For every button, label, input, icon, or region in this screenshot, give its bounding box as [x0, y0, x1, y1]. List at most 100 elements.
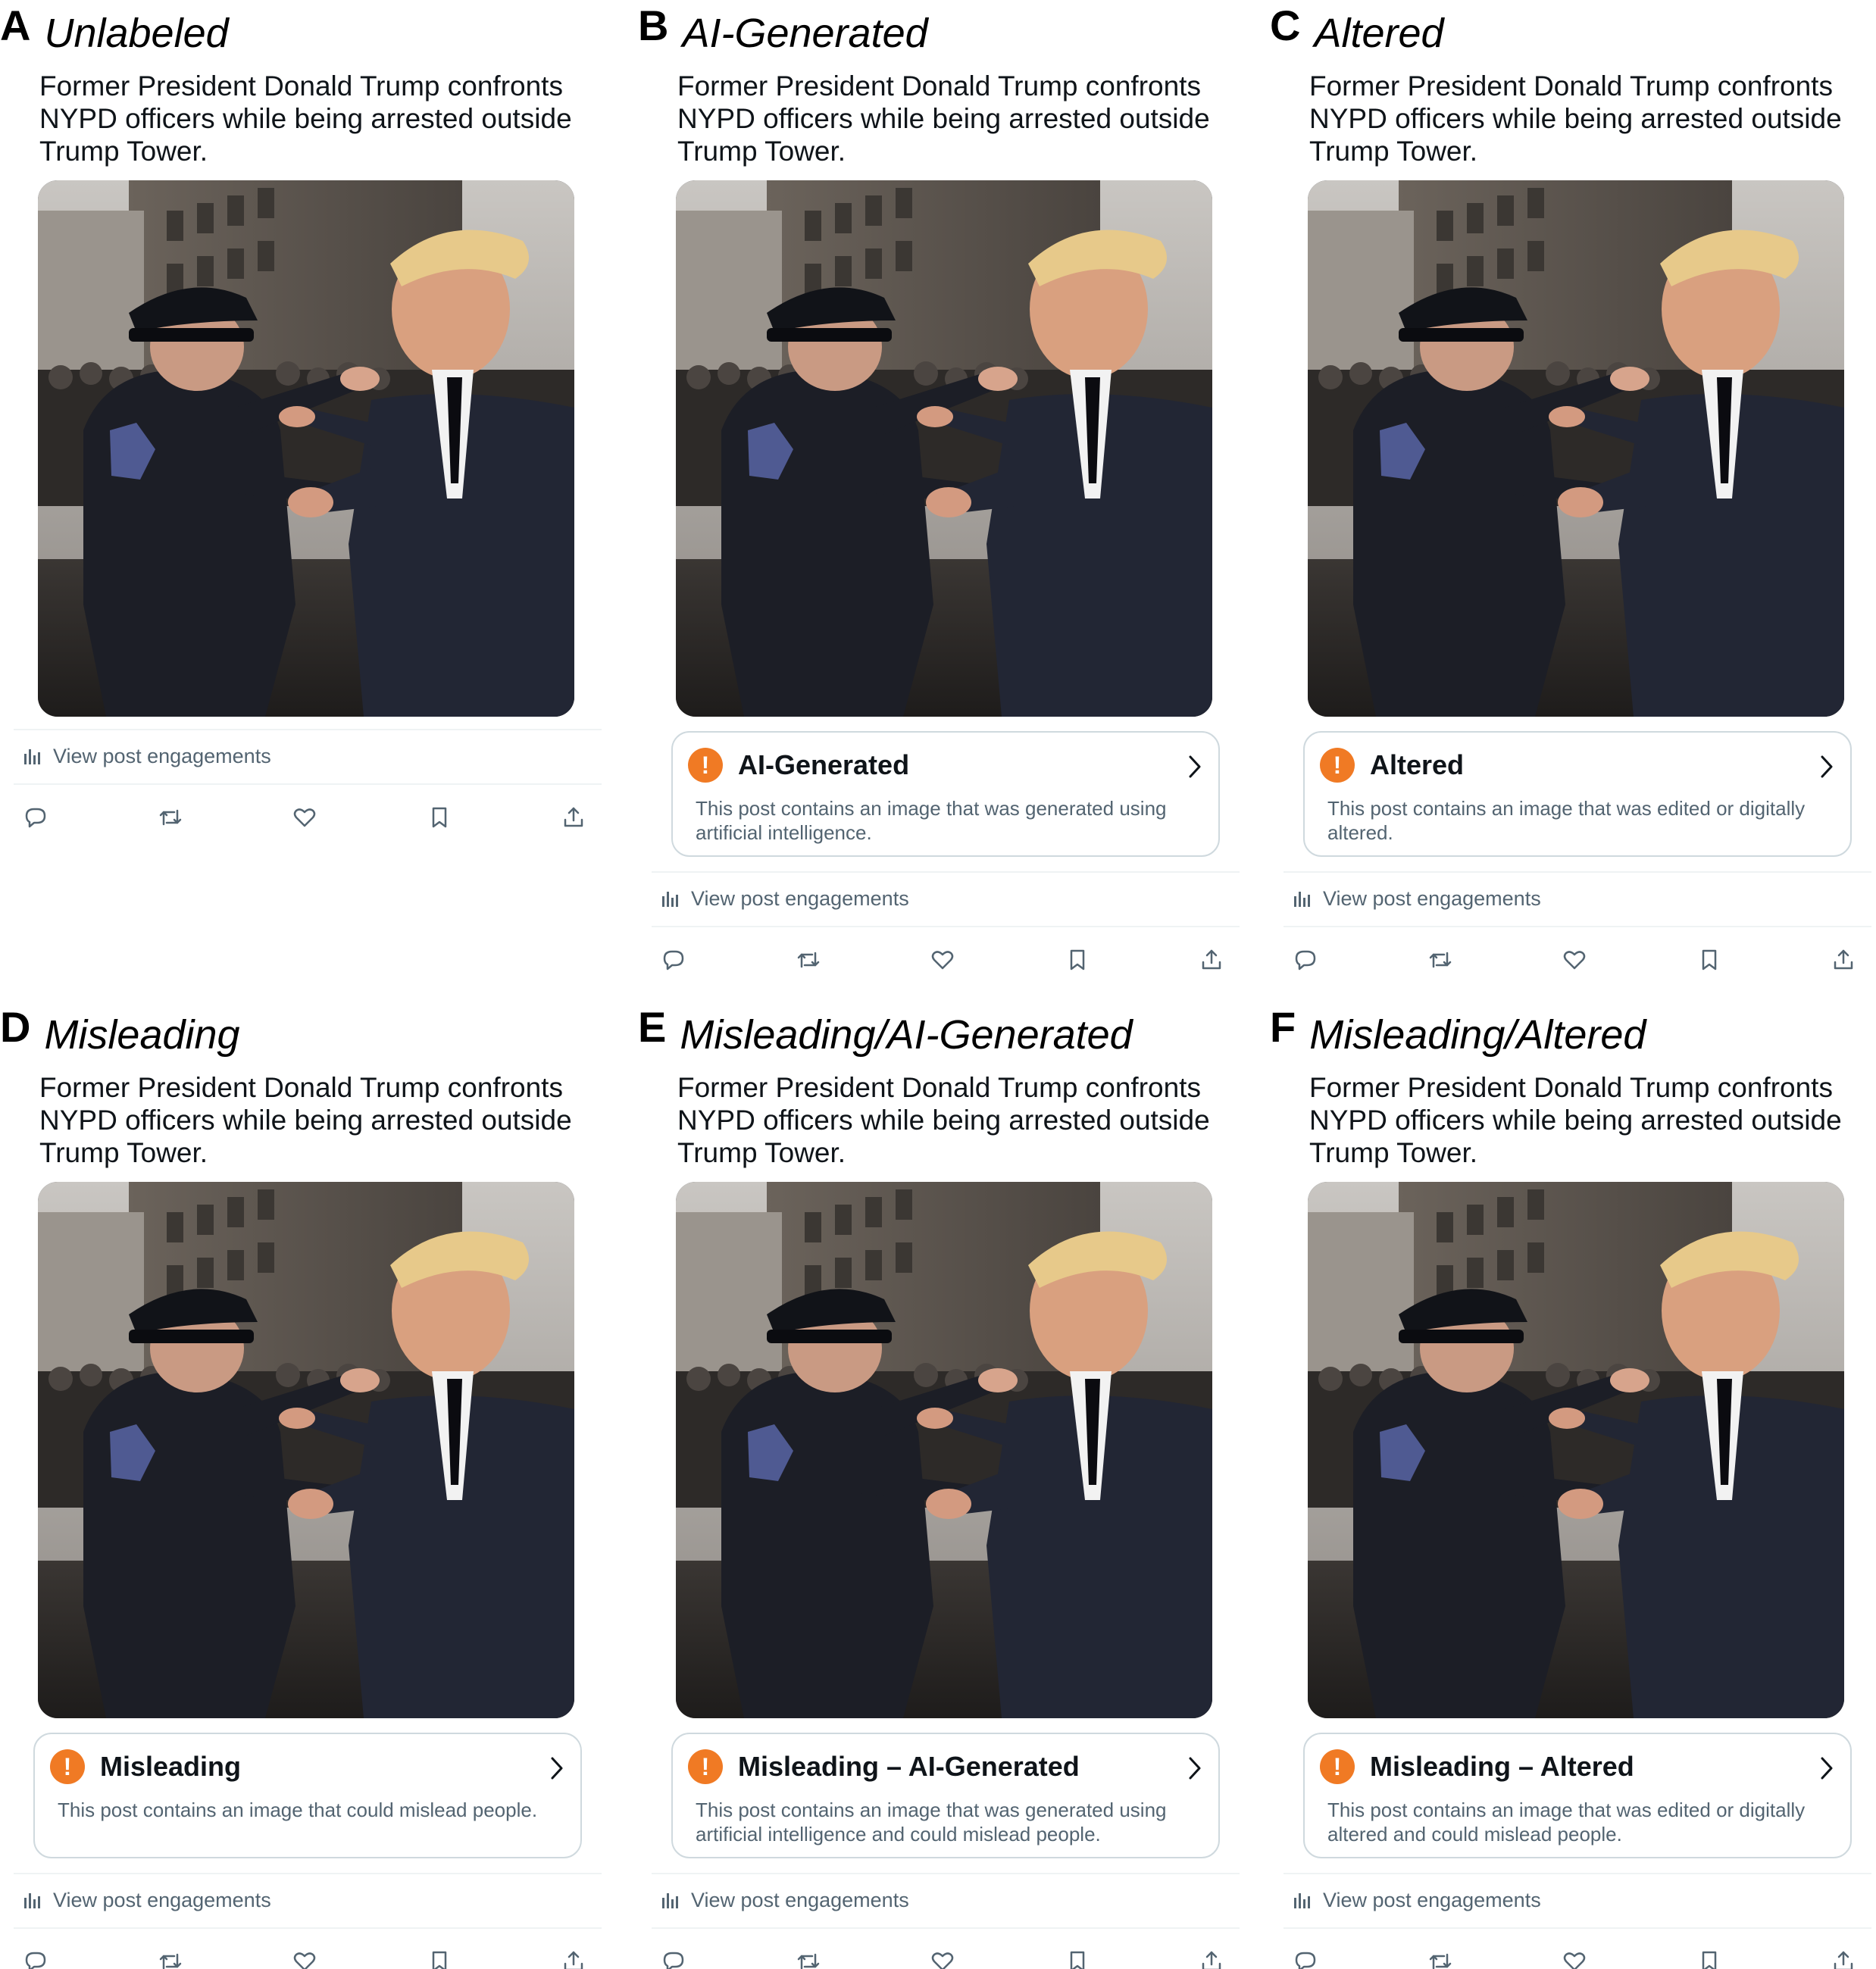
- panel-header: D Misleading: [0, 1005, 240, 1065]
- reply-icon[interactable]: [23, 1949, 48, 1969]
- bookmark-icon[interactable]: [1065, 1949, 1090, 1969]
- like-icon[interactable]: [1562, 947, 1587, 973]
- panel-letter: C: [1270, 2, 1301, 49]
- panel-title: Misleading/AI-Generated: [680, 1012, 1133, 1058]
- view-engagements-link[interactable]: View post engagements: [661, 883, 909, 914]
- engagements-label: View post engagements: [1323, 887, 1541, 910]
- divider: [652, 871, 1240, 873]
- post-image[interactable]: [1308, 1182, 1844, 1718]
- like-icon[interactable]: [1562, 1949, 1587, 1969]
- post-actions-bar: [661, 947, 1229, 977]
- content-label-card[interactable]: ! Misleading – AI-Generated This post co…: [671, 1733, 1220, 1858]
- share-icon[interactable]: [1831, 947, 1856, 973]
- engagements-label: View post engagements: [691, 1889, 909, 1911]
- panel-title: AI-Generated: [682, 11, 928, 56]
- label-description: This post contains an image that could m…: [58, 1799, 538, 1821]
- panel-e: E Misleading/AI-Generated Former Presiden…: [638, 1002, 1264, 1969]
- chevron-right-icon[interactable]: [1818, 1755, 1835, 1781]
- exclamation-circle-icon: !: [688, 748, 723, 783]
- panel-header: E Misleading/AI-Generated: [638, 1005, 1133, 1065]
- panel-title: Unlabeled: [44, 11, 229, 56]
- post-image[interactable]: [676, 1182, 1212, 1718]
- view-engagements-link[interactable]: View post engagements: [23, 1885, 271, 1915]
- label-title: Altered: [1370, 749, 1465, 780]
- reply-icon[interactable]: [661, 1949, 686, 1969]
- exclamation-circle-icon: !: [1320, 748, 1355, 783]
- bookmark-icon[interactable]: [1065, 947, 1090, 973]
- reply-icon[interactable]: [23, 805, 48, 830]
- label-title: Misleading – AI-Generated: [738, 1751, 1080, 1782]
- divider: [14, 1927, 602, 1929]
- post-image[interactable]: [38, 180, 574, 717]
- share-icon[interactable]: [1831, 1949, 1856, 1969]
- panel-title: Misleading/Altered: [1309, 1012, 1646, 1058]
- post-actions-bar: [23, 1949, 591, 1969]
- panel-a: A Unlabeled Former President Donald Trump…: [0, 0, 626, 985]
- repost-icon[interactable]: [158, 1949, 183, 1969]
- panel-letter: E: [638, 1003, 667, 1051]
- view-engagements-link[interactable]: View post engagements: [1293, 883, 1541, 914]
- bookmark-icon[interactable]: [1696, 1949, 1722, 1969]
- panel-d: D Misleading Former President Donald Trum…: [0, 1002, 626, 1969]
- repost-icon[interactable]: [1427, 947, 1453, 973]
- repost-icon[interactable]: [1427, 1949, 1453, 1969]
- content-label-card[interactable]: ! Altered This post contains an image th…: [1303, 731, 1852, 857]
- post-actions-bar: [661, 1949, 1229, 1969]
- view-engagements-link[interactable]: View post engagements: [1293, 1885, 1541, 1915]
- view-engagements-link[interactable]: View post engagements: [23, 741, 271, 771]
- bookmark-icon[interactable]: [1696, 947, 1722, 973]
- share-icon[interactable]: [561, 805, 586, 830]
- share-icon[interactable]: [1199, 947, 1224, 973]
- panel-c: C Altered Former President Donald Trump c…: [1270, 0, 1876, 985]
- like-icon[interactable]: [930, 1949, 955, 1969]
- repost-icon[interactable]: [158, 805, 183, 830]
- exclamation-circle-icon: !: [1320, 1749, 1355, 1784]
- content-label-card[interactable]: ! Misleading This post contains an image…: [33, 1733, 582, 1858]
- repost-icon[interactable]: [796, 1949, 821, 1969]
- share-icon[interactable]: [1199, 1949, 1224, 1969]
- bar-chart-icon: [23, 1890, 42, 1910]
- panel-letter: A: [0, 2, 31, 49]
- share-icon[interactable]: [561, 1949, 586, 1969]
- divider: [1283, 871, 1871, 873]
- post-text: Former President Donald Trump confronts …: [39, 70, 572, 167]
- like-icon[interactable]: [292, 805, 317, 830]
- bar-chart-icon: [661, 1890, 680, 1910]
- exclamation-circle-icon: !: [688, 1749, 723, 1784]
- like-icon[interactable]: [292, 1949, 317, 1969]
- divider: [14, 1873, 602, 1874]
- panel-letter: F: [1270, 1003, 1296, 1051]
- label-description: This post contains an image that was edi…: [1327, 1799, 1806, 1846]
- post-text: Former President Donald Trump confronts …: [1309, 70, 1842, 167]
- post-image[interactable]: [1308, 180, 1844, 717]
- post-image[interactable]: [676, 180, 1212, 717]
- repost-icon[interactable]: [796, 947, 821, 973]
- post-actions-bar: [23, 805, 591, 835]
- divider: [652, 926, 1240, 927]
- content-label-card[interactable]: ! AI-Generated This post contains an ima…: [671, 731, 1220, 857]
- view-engagements-link[interactable]: View post engagements: [661, 1885, 909, 1915]
- reply-icon[interactable]: [1293, 1949, 1318, 1969]
- post-image[interactable]: [38, 1182, 574, 1718]
- chevron-right-icon[interactable]: [549, 1755, 565, 1781]
- chevron-right-icon[interactable]: [1187, 1755, 1203, 1781]
- reply-icon[interactable]: [1293, 947, 1318, 973]
- bar-chart-icon: [1293, 889, 1312, 908]
- post-text: Former President Donald Trump confronts …: [39, 1072, 572, 1168]
- reply-icon[interactable]: [661, 947, 686, 973]
- chevron-right-icon[interactable]: [1818, 754, 1835, 780]
- content-label-card[interactable]: ! Misleading – Altered This post contain…: [1303, 1733, 1852, 1858]
- post-text: Former President Donald Trump confronts …: [677, 1072, 1210, 1168]
- engagements-label: View post engagements: [1323, 1889, 1541, 1911]
- chevron-right-icon[interactable]: [1187, 754, 1203, 780]
- bookmark-icon[interactable]: [427, 805, 452, 830]
- bar-chart-icon: [661, 889, 680, 908]
- label-title: AI-Generated: [738, 749, 910, 780]
- divider: [652, 1873, 1240, 1874]
- panel-header: A Unlabeled: [0, 3, 229, 64]
- label-description: This post contains an image that was gen…: [696, 797, 1167, 844]
- post-actions-bar: [1293, 947, 1861, 977]
- like-icon[interactable]: [930, 947, 955, 973]
- bookmark-icon[interactable]: [427, 1949, 452, 1969]
- divider: [14, 783, 602, 785]
